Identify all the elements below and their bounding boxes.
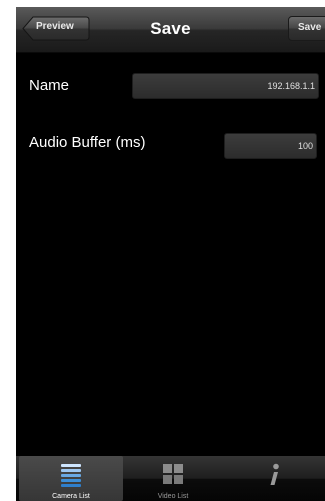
audio-buffer-label: Audio Buffer (ms) [29, 134, 146, 151]
app-screen: Preview Save Save Name 192.168.1.1 Audio… [16, 7, 325, 501]
name-field[interactable]: 192.168.1.1 [132, 73, 319, 99]
grid-icon [163, 464, 183, 484]
tab-bar: Camera List Video List [16, 456, 325, 501]
info-icon [270, 463, 279, 485]
tab-info[interactable] [223, 456, 325, 501]
tab-camera-list[interactable]: Camera List [19, 456, 123, 501]
list-icon [61, 464, 81, 487]
page-title: Save [150, 19, 191, 38]
audio-buffer-field[interactable]: 100 [224, 133, 317, 159]
tab-video-list[interactable]: Video List [123, 456, 223, 501]
tab-video-list-label: Video List [157, 493, 189, 500]
name-label: Name [29, 77, 70, 94]
save-button-label: Save [298, 22, 322, 33]
save-button[interactable]: Save [288, 16, 325, 41]
tab-camera-list-label: Camera List [52, 493, 90, 500]
navigation-bar: Preview Save Save [16, 7, 325, 53]
